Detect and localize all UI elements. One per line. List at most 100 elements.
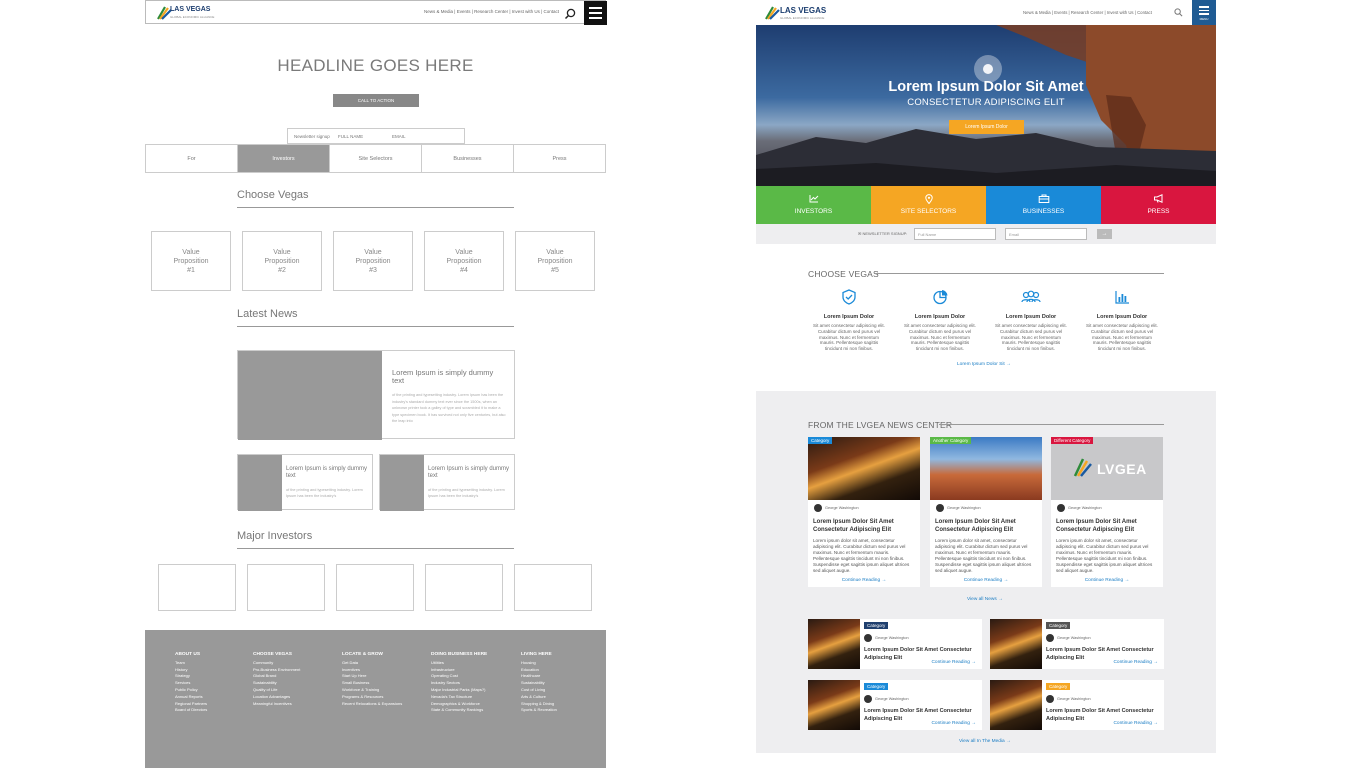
footer-link[interactable]: Shopping & Dining [521,701,557,708]
full-name-field[interactable]: FULL NAME [338,134,363,139]
continue-reading-link[interactable]: Continue Reading → [808,578,920,583]
footer-link[interactable]: Nevada's Tax Structure [431,694,487,701]
value-proposition-1[interactable]: Value Proposition #1 [151,231,231,291]
tab-businesses[interactable]: Businesses [422,145,514,172]
view-all-media-link[interactable]: View all In The Media → [959,739,1011,744]
featured-news-card[interactable]: Lorem Ipsum is simply dummy text of the … [237,350,515,440]
footer-link[interactable]: Demographics & Workforce [431,701,487,708]
continue-reading-link[interactable]: Continue Reading → [931,721,976,726]
footer-link[interactable]: Infrastructure [431,667,487,674]
value-proposition-4[interactable]: Value Proposition #4 [424,231,504,291]
news-card[interactable]: Lorem Ipsum is simply dummy text of the … [379,454,515,511]
newsletter-submit-button[interactable]: → [1097,229,1112,239]
news-card[interactable]: Category George Washington Lorem Ipsum D… [808,437,920,587]
footer-link[interactable]: Incentives [342,667,402,674]
continue-reading-link[interactable]: Continue Reading → [931,660,976,665]
full-name-field[interactable]: Full Name [914,228,996,240]
footer-link[interactable]: Sustainability [521,680,557,687]
footer-link[interactable]: Public Policy [175,687,207,694]
tab-businesses[interactable]: BUSINESSES [986,186,1101,224]
media-item[interactable]: Category George Washington Lorem Ipsum D… [990,680,1164,730]
footer-link[interactable]: History [175,667,207,674]
continue-reading-link[interactable]: Continue Reading → [1113,660,1158,665]
footer-link[interactable]: Location Advantages [253,694,300,701]
footer-link[interactable]: Workforce & Training [342,687,402,694]
footer-link[interactable]: Sustainability [253,680,300,687]
footer-link[interactable]: Cost of Living [521,687,557,694]
footer-link[interactable]: Pro-Business Environment [253,667,300,674]
top-nav-links[interactable]: News & Media | Events | Research Center … [1023,10,1152,15]
investor-logo-placeholder[interactable] [514,564,592,611]
footer-link[interactable]: Team [175,660,207,667]
continue-reading-link[interactable]: Continue Reading → [1051,578,1163,583]
footer-link[interactable]: Utilities [431,660,487,667]
value-proposition-5[interactable]: Value Proposition #5 [515,231,595,291]
category-badge[interactable]: Different Category [1051,437,1094,444]
footer-link[interactable]: Arts & Culture [521,694,557,701]
tab-investors[interactable]: INVESTORS [756,186,871,224]
footer-link[interactable]: Regional Partners [175,701,207,708]
category-badge[interactable]: Category [864,683,889,690]
value-proposition-3[interactable]: Value Proposition #3 [333,231,413,291]
email-field[interactable]: Email [1005,228,1087,240]
footer-link[interactable]: Major Industrial Parks (Maps?) [431,687,487,694]
category-badge[interactable]: Another Category [930,437,972,444]
category-badge[interactable]: Category [1046,622,1071,629]
category-badge[interactable]: Category [864,622,889,629]
footer-link[interactable]: Meaningful Incentives [253,701,300,708]
avatar [864,634,872,642]
continue-reading-link[interactable]: Continue Reading → [930,578,1042,583]
footer-link[interactable]: Board of Directors [175,707,207,714]
category-badge[interactable]: Category [1046,683,1071,690]
investor-logo-placeholder[interactable] [247,564,325,611]
footer-link[interactable]: Strategy [175,673,207,680]
top-nav-links[interactable]: News & Media | Events | Research Center … [424,9,559,14]
media-item[interactable]: Category George Washington Lorem Ipsum D… [808,680,982,730]
investor-logo-placeholder[interactable] [158,564,236,611]
view-all-news-link[interactable]: View all News → [967,597,1003,602]
choose-more-link[interactable]: Lorem Ipsum Dolor Sit → [957,362,1011,367]
search-icon[interactable] [1174,8,1183,17]
footer-link[interactable]: Get Data [342,660,402,667]
footer-link[interactable]: Healthcare [521,673,557,680]
search-icon[interactable] [564,8,576,20]
footer-link[interactable]: Programs & Resources [342,694,402,701]
tab-investors[interactable]: Investors [238,145,330,172]
footer-link[interactable]: Start Up Here [342,673,402,680]
news-card[interactable]: Lorem Ipsum is simply dummy text of the … [237,454,373,511]
logo[interactable]: LAS VEGAS GLOBAL ECONOMIC ALLIANCE [156,4,214,22]
footer-link[interactable]: Industry Sectors [431,680,487,687]
footer-link[interactable]: Education [521,667,557,674]
news-card[interactable]: Another Category George Washington Lorem… [930,437,1042,587]
footer-link[interactable]: Operating Cost [431,673,487,680]
tab-press[interactable]: PRESS [1101,186,1216,224]
footer-link[interactable]: Global Brand [253,673,300,680]
footer-link[interactable]: Small Business [342,680,402,687]
footer-link[interactable]: Services [175,680,207,687]
media-item[interactable]: Category George Washington Lorem Ipsum D… [808,619,982,669]
continue-reading-link[interactable]: Continue Reading → [1113,721,1158,726]
tab-for[interactable]: For [146,145,238,172]
investor-logo-placeholder[interactable] [336,564,414,611]
footer-link[interactable]: Community [253,660,300,667]
tab-site-selectors[interactable]: Site Selectors [330,145,422,172]
logo[interactable]: LAS VEGAS GLOBAL ECONOMIC ALLIANCE [764,4,834,22]
media-item[interactable]: Category George Washington Lorem Ipsum D… [990,619,1164,669]
hero-cta-button[interactable]: Lorem Ipsum Dolor [949,120,1024,134]
call-to-action-button[interactable]: CALL TO ACTION [333,94,419,107]
footer-link[interactable]: Housing [521,660,557,667]
footer-link[interactable]: Annual Reports [175,694,207,701]
footer-link[interactable]: Quality of Life [253,687,300,694]
tab-press[interactable]: Press [514,145,605,172]
news-card[interactable]: LVGEA Different Category George Washingt… [1051,437,1163,587]
footer-link[interactable]: Recent Relocations & Expansions [342,701,402,708]
investor-logo-placeholder[interactable] [425,564,503,611]
footer-link[interactable]: Sports & Recreation [521,707,557,714]
hamburger-menu-icon[interactable]: MENU [1192,0,1216,25]
footer-link[interactable]: State & Community Rankings [431,707,487,714]
tab-site-selectors[interactable]: SITE SELECTORS [871,186,986,224]
email-field[interactable]: EMAIL [392,134,406,139]
category-badge[interactable]: Category [808,437,833,444]
hamburger-menu-icon[interactable] [584,1,607,25]
value-proposition-2[interactable]: Value Proposition #2 [242,231,322,291]
